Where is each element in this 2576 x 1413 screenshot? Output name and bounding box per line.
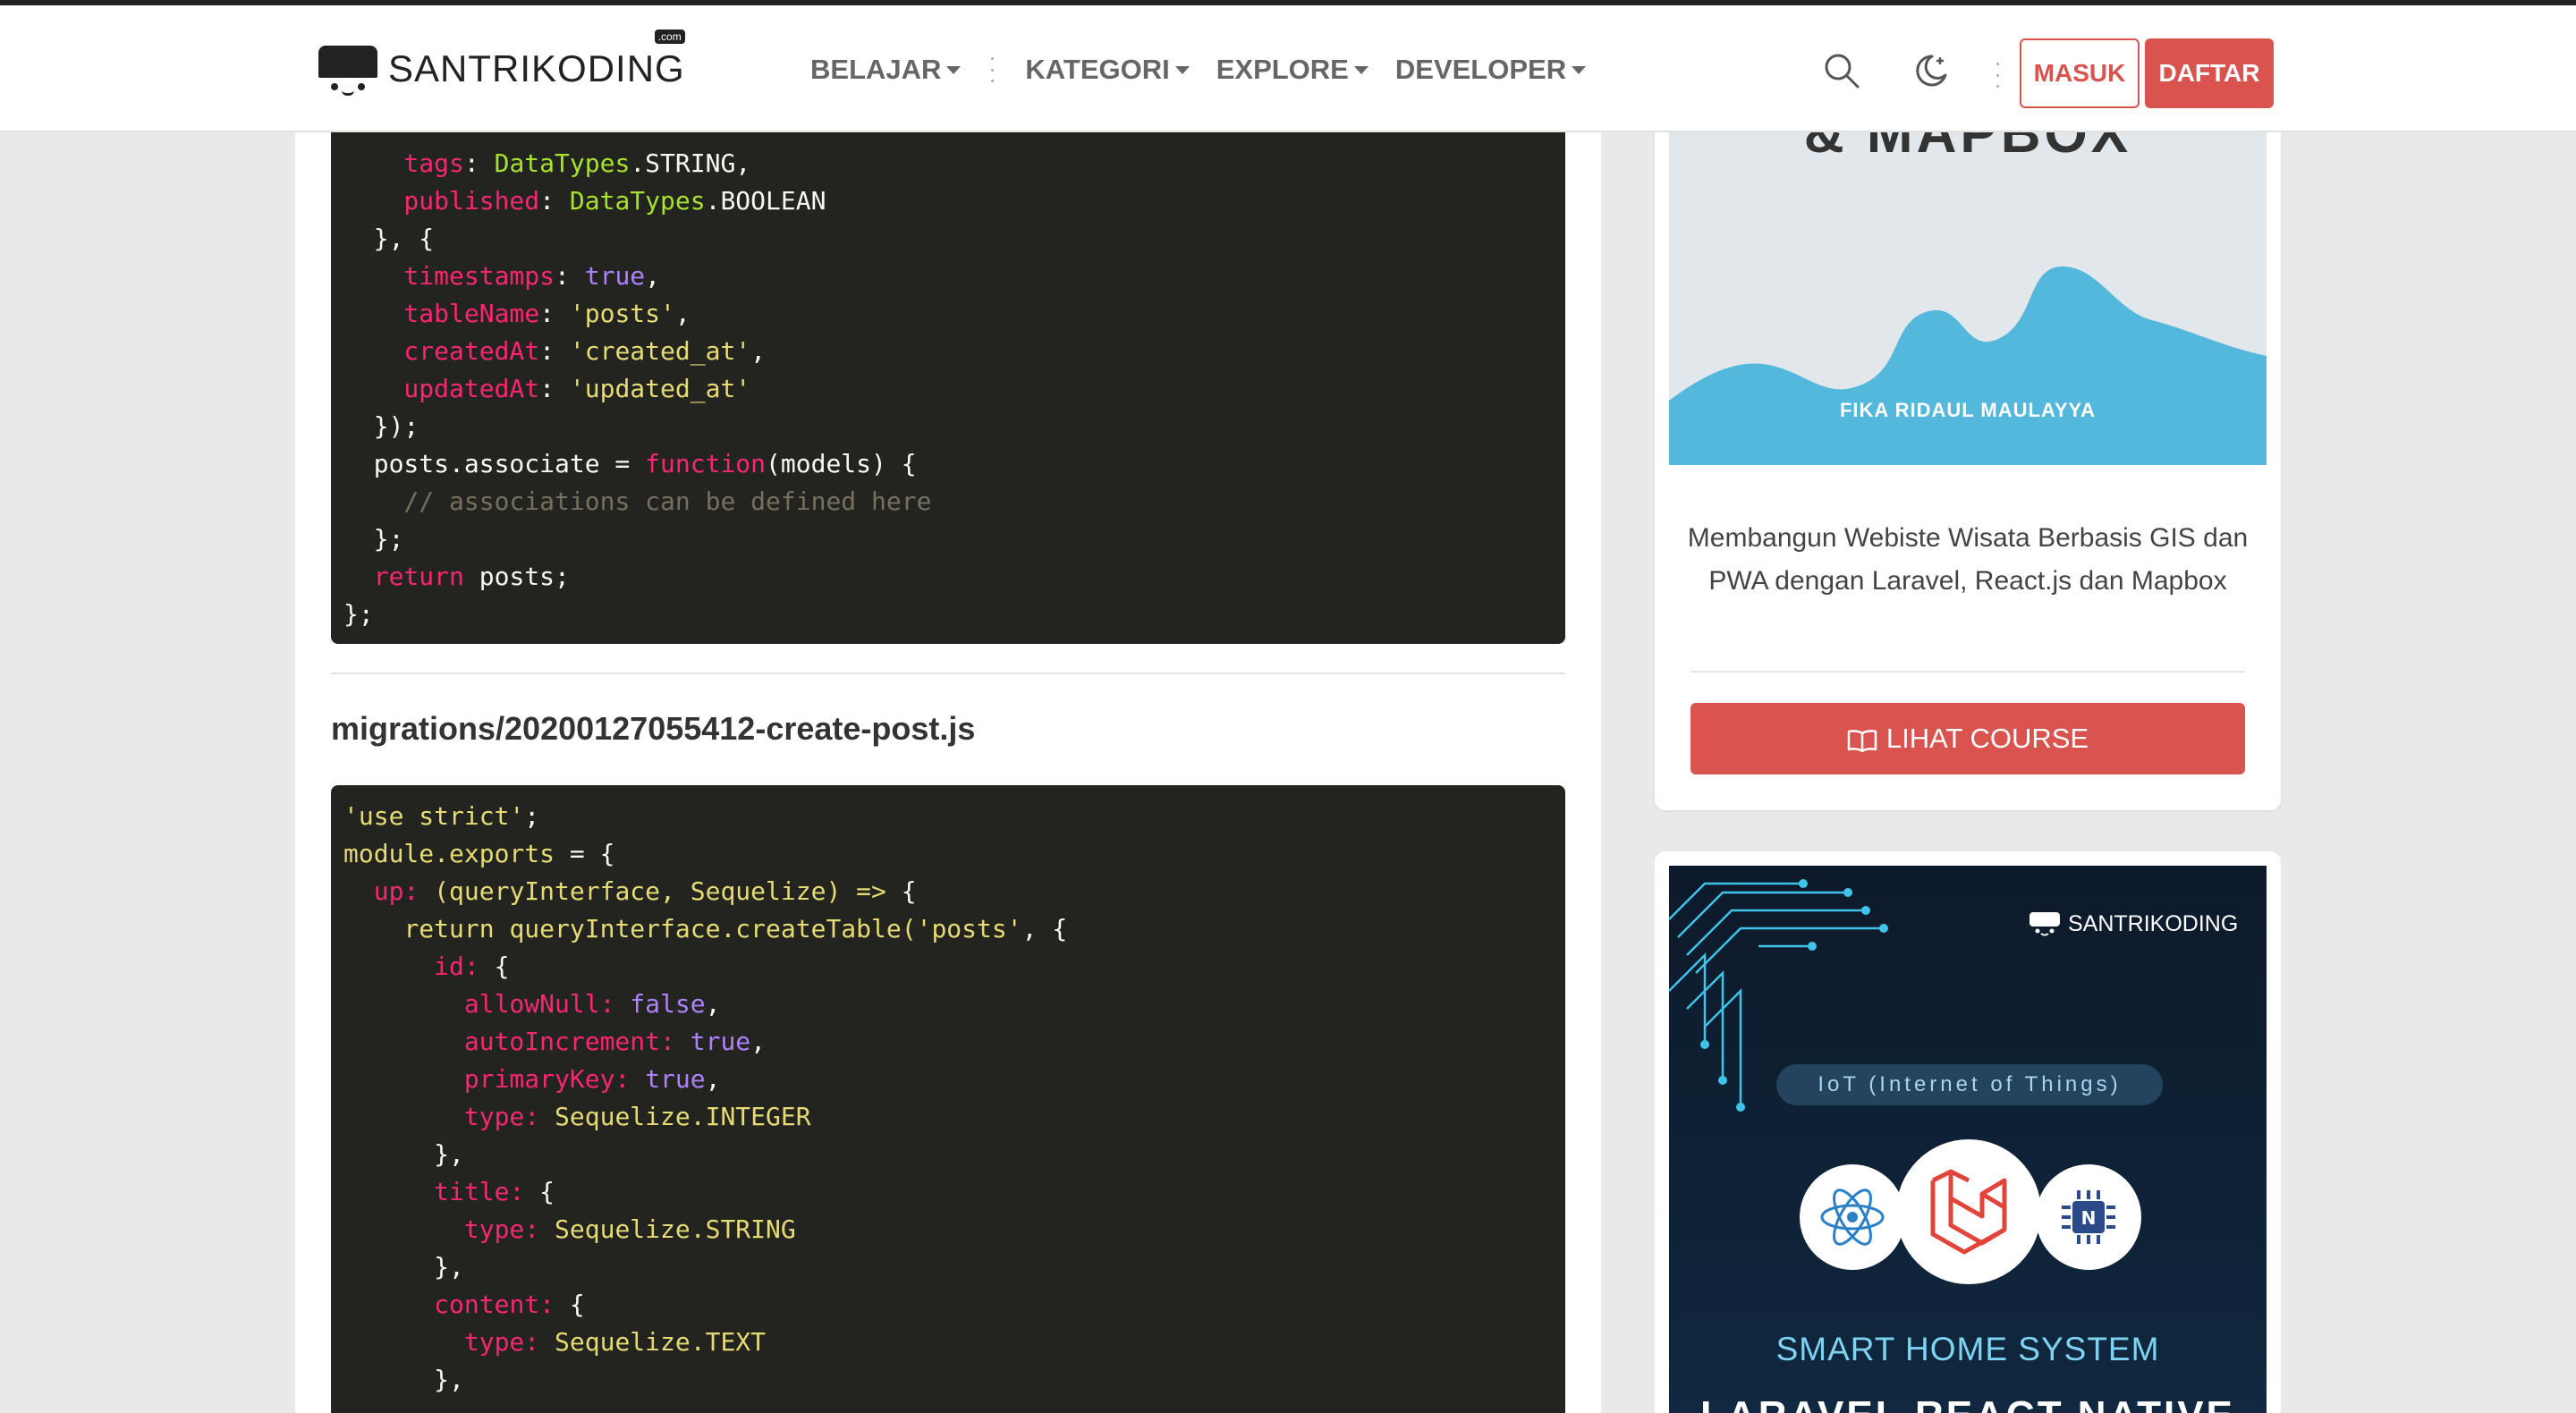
file-title: migrations/20200127055412-create-post.js: [331, 710, 976, 747]
banner-headline: SMART HOME SYSTEM: [1775, 1331, 2160, 1367]
code-line: primaryKey: true,: [463, 1064, 721, 1094]
code-line: },: [343, 1365, 464, 1394]
code-line: timestamps: true,: [373, 261, 661, 291]
code-line: return queryInterface.createTable('posts…: [403, 914, 1068, 943]
code-block-model: tags: DataTypes.STRING, published: DataT…: [331, 132, 1565, 644]
code-line: },: [343, 1252, 464, 1282]
code-line: };: [343, 524, 404, 554]
course-divider: [1690, 671, 2245, 673]
moon-icon[interactable]: [1912, 52, 1950, 89]
search-icon[interactable]: [1823, 52, 1860, 89]
code-line: posts.associate = function(models) {: [343, 449, 917, 478]
menu-explore-label: EXPLORE: [1216, 54, 1349, 85]
view-course-label: LIHAT COURSE: [1885, 723, 2089, 754]
code-line: tags: DataTypes.STRING,: [373, 148, 751, 178]
code-line: updatedAt: 'updated_at': [373, 374, 751, 403]
course-title[interactable]: Membangun Webiste Wisata Berbasis GIS da…: [1682, 517, 2254, 603]
register-button[interactable]: DAFTAR: [2145, 38, 2274, 108]
menu-kategori-label: KATEGORI: [1025, 54, 1170, 85]
code-line: id: {: [434, 952, 510, 981]
iot-pill: IoT (Internet of Things): [1776, 1064, 2163, 1105]
main-menu: BELAJAR KATEGORI EXPLORE DEVELOPER: [810, 54, 1613, 86]
chip-icon: N: [2036, 1164, 2141, 1270]
caret-down-icon: [946, 65, 962, 74]
code-line: }, {: [343, 224, 435, 253]
code-line: createdAt: 'created_at',: [373, 336, 767, 366]
login-button[interactable]: MASUK: [2020, 38, 2140, 108]
laravel-icon: [1896, 1139, 2041, 1284]
banner-subline: LARAVEL REACT NATIVE: [1669, 1393, 2267, 1413]
menu-belajar-label: BELAJAR: [810, 54, 942, 85]
logo-text: SANTRIKODING .com: [388, 30, 685, 89]
menu-explore[interactable]: EXPLORE: [1216, 54, 1368, 86]
code-line: tableName: 'posts',: [373, 299, 691, 328]
promo-banner[interactable]: SANTRIKODING IoT (Internet of Things) N …: [1669, 866, 2267, 1413]
react-icon: [1800, 1164, 1905, 1270]
menu-belajar[interactable]: BELAJAR: [810, 54, 962, 86]
section-divider: [331, 673, 1565, 674]
caret-down-icon: [1174, 65, 1190, 74]
code-line: published: DataTypes.BOOLEAN: [373, 186, 826, 216]
code-line: 'use strict';: [343, 801, 540, 831]
toolbar-separator: [1996, 63, 2000, 88]
code-line: },: [343, 1139, 464, 1169]
banner-logo-text: SANTRIKODING: [2068, 910, 2239, 936]
code-line: up: (queryInterface, Sequelize) => {: [373, 876, 917, 906]
code-line: };: [343, 599, 374, 629]
code-line: module.exports = {: [343, 839, 615, 868]
code-line: content: {: [434, 1290, 585, 1319]
code-line: });: [343, 411, 419, 441]
caret-down-icon: [1572, 65, 1587, 74]
code-block-migration: 'use strict'; module.exports = { up: (qu…: [331, 785, 1565, 1413]
code-line: type: Sequelize.TEXT: [463, 1327, 767, 1357]
code-line: title: {: [434, 1177, 555, 1206]
logo-mark-icon: [2029, 910, 2061, 937]
menu-developer[interactable]: DEVELOPER: [1394, 54, 1587, 86]
book-icon: [1847, 727, 1877, 753]
course-thumbnail[interactable]: & MAPBOX FIKA RIDAUL MAULAYYA: [1669, 132, 2267, 465]
navbar: SANTRIKODING .com BELAJAR KATEGORI EXPLO…: [0, 5, 2576, 132]
code-line: type: Sequelize.STRING: [463, 1214, 796, 1244]
svg-text:N: N: [2081, 1207, 2097, 1229]
menu-developer-label: DEVELOPER: [1394, 54, 1567, 85]
code-line: type: Sequelize.INTEGER: [463, 1102, 811, 1131]
view-course-button[interactable]: LIHAT COURSE: [1690, 703, 2245, 774]
menu-kategori[interactable]: KATEGORI: [1025, 54, 1190, 86]
code-line: allowNull: false,: [463, 989, 721, 1019]
menu-separator: [991, 57, 995, 82]
code-line: return posts;: [373, 562, 570, 591]
course-author: FIKA RIDAUL MAULAYYA: [1839, 399, 2097, 421]
code-line: // associations can be defined here: [403, 487, 932, 516]
site-logo[interactable]: SANTRIKODING .com: [318, 30, 685, 100]
caret-down-icon: [1353, 65, 1368, 74]
banner-logo: SANTRIKODING: [2029, 910, 2238, 937]
logo-com-badge: .com: [654, 30, 685, 44]
code-line: autoIncrement: true,: [463, 1027, 767, 1056]
logo-mark-icon: [318, 40, 377, 97]
